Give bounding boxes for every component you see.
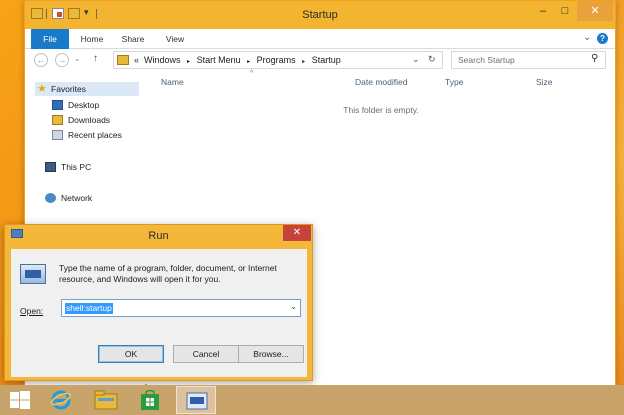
breadcrumb-separator[interactable]: ▸ [302,59,305,65]
file-explorer-icon [94,390,118,410]
run-dialog: Run ✕ Type the name of a program, folder… [4,224,313,381]
computer-icon [45,162,56,172]
run-icon-screen [25,270,41,278]
recent-locations-icon[interactable]: ⌄ [74,54,81,63]
breadcrumb-separator[interactable]: ▸ [187,59,190,65]
breadcrumb-overflow[interactable]: « [134,55,139,65]
start-button[interactable] [2,386,42,414]
breadcrumb-startup[interactable]: Startup [312,55,341,65]
column-header-type[interactable]: Type [445,77,463,87]
internet-explorer-icon [51,390,71,410]
network-icon [45,193,56,203]
help-icon[interactable]: ? [597,33,608,44]
store-icon [141,389,159,410]
run-icon [186,392,208,410]
close-button[interactable]: ✕ [577,1,613,21]
title-bar[interactable]: ▾ Startup – □ ✕ [25,1,615,29]
nav-label: Favorites [51,84,86,94]
tab-view[interactable]: View [159,29,191,49]
column-header-name[interactable]: Name [161,77,184,87]
store-button[interactable] [130,386,170,414]
cancel-button[interactable]: Cancel [173,345,239,363]
nav-label: Desktop [68,100,100,110]
open-label-text: Open: [20,306,44,316]
minimize-button[interactable]: – [533,1,553,21]
recent-places-icon [52,130,63,140]
back-button[interactable]: ← [34,53,48,67]
tab-share[interactable]: Share [115,29,151,49]
nav-item-favorites[interactable]: ★ Favorites [35,82,139,96]
up-button[interactable]: ↑ [93,53,98,64]
taskbar [0,385,624,415]
tab-file[interactable]: File [31,29,69,49]
close-button[interactable]: ✕ [283,225,311,241]
ok-button[interactable]: OK [98,345,164,363]
star-icon: ★ [37,83,47,95]
breadcrumb-start-menu[interactable]: Start Menu [197,55,241,65]
search-input[interactable]: Search Startup [458,55,515,65]
empty-folder-message: This folder is empty. [343,105,419,115]
downloads-icon [52,115,63,125]
sort-indicator-icon: ^ [250,70,254,77]
open-combobox[interactable]: shell:startup ⌄ [61,299,301,317]
address-dropdown-icon[interactable]: ⌄ [412,54,420,65]
internet-explorer-button[interactable] [42,386,82,414]
forward-button[interactable]: → [55,53,69,67]
open-label: Open: [20,306,43,316]
run-icon [20,264,46,284]
nav-label: Network [61,193,93,203]
dialog-title: Run [148,230,169,242]
breadcrumb: Windows ▸ Start Menu ▸ Programs ▸ Startu… [144,55,341,65]
file-explorer-button[interactable] [86,386,126,414]
ribbon-expand-icon[interactable]: ⌄ [583,32,591,43]
desktop-icon [52,100,63,110]
breadcrumb-separator[interactable]: ▸ [247,59,250,65]
tab-home[interactable]: Home [75,29,109,49]
maximize-button[interactable]: □ [555,1,575,21]
folder-icon [117,55,129,65]
run-description: Type the name of a program, folder, docu… [59,263,277,284]
chevron-down-icon[interactable]: ⌄ [290,302,297,311]
window-title: Startup [302,9,338,21]
breadcrumb-programs[interactable]: Programs [257,55,296,65]
nav-label: Recent places [68,130,122,140]
windows-logo-icon [10,391,30,409]
search-icon[interactable]: ⚲ [591,53,598,64]
address-row: ← → ⌄ ↑ « Windows ▸ Start Menu ▸ Program… [25,49,615,71]
dialog-body: Type the name of a program, folder, docu… [11,249,307,377]
column-header-date-modified[interactable]: Date modified [355,77,407,87]
breadcrumb-windows[interactable]: Windows [144,55,181,65]
nav-label: Downloads [68,115,111,125]
ribbon-tabs: File Home Share View ⌄ ? [25,29,615,49]
browse-button[interactable]: Browse... [238,345,304,363]
run-taskbar-button[interactable] [176,386,216,414]
column-header-size[interactable]: Size [536,77,553,87]
open-input[interactable]: shell:startup [65,303,113,314]
address-bar[interactable]: « Windows ▸ Start Menu ▸ Programs ▸ Star… [113,51,443,69]
search-box[interactable]: Search Startup ⚲ [451,51,606,69]
refresh-icon[interactable]: ↻ [428,54,436,65]
nav-label: This PC [61,162,92,172]
